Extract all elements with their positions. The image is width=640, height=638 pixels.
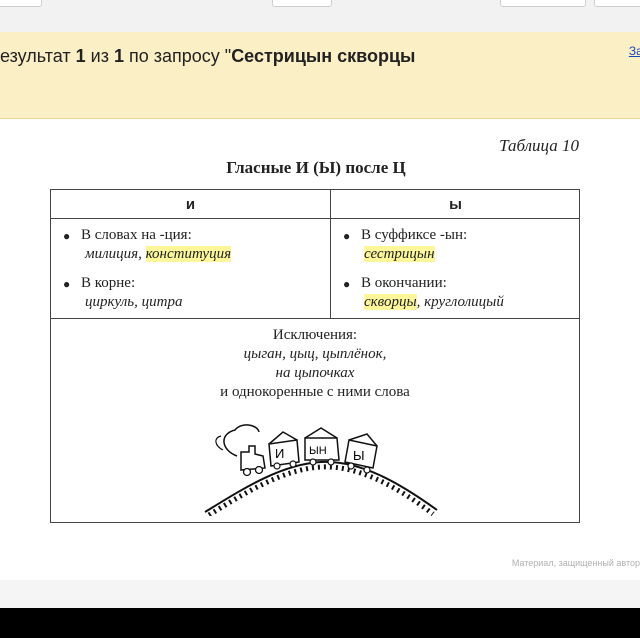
bullet-icon: ● [343, 277, 351, 291]
results-of: из [85, 46, 114, 66]
rule-root: ● В корне: [63, 275, 136, 292]
table-title: Гласные И (Ы) после Ц [226, 158, 406, 177]
exceptions-line-3: и однокоренные с ними слова [220, 384, 410, 400]
train-on-hill-illustration: И ЫН Ы [204, 424, 438, 516]
rule-table: и ы ● В словах на -ция: милиция, конститу… [50, 189, 580, 523]
browser-toolbar [0, 0, 640, 32]
bullet-icon: ● [343, 229, 351, 243]
highlighted-word: скворцы [364, 294, 417, 310]
close-link[interactable]: Зак [629, 44, 640, 58]
example-plain: , круглолицый [416, 294, 504, 310]
page-gap [0, 580, 640, 608]
rule-root-label: В корне: [81, 275, 136, 291]
results-total: 1 [113, 46, 124, 66]
rule-ending-label: В окончании: [361, 275, 447, 291]
search-query: Сестрицын скворцы [231, 46, 416, 66]
bullet-icon: ● [63, 229, 71, 243]
toolbar-tab[interactable] [272, 0, 332, 7]
example-root: циркуль, цитра [85, 294, 183, 310]
rule-ending: ● В окончании: [343, 275, 447, 292]
table-number: Таблица 10 [499, 136, 579, 155]
results-query-lead: по запросу " [124, 46, 232, 66]
copyright-watermark: Материал, защищенный автор [511, 558, 640, 568]
example-plain: милиция, [85, 246, 146, 262]
car-label-3: Ы [353, 448, 365, 463]
exceptions-line-1: цыган, цыц, цыплёнок, [243, 346, 387, 362]
results-prefix: езультат [0, 46, 76, 66]
rule-suffix-label: В суффиксе -ын: [361, 227, 468, 243]
rule-suffix: ● В суффиксе -ын: [343, 227, 468, 244]
car-label-2: ЫН [309, 445, 327, 457]
toolbar-tab[interactable] [594, 0, 640, 7]
car-label-1: И [275, 446, 284, 461]
header-divider [51, 218, 579, 219]
results-current: 1 [75, 46, 86, 66]
rule-cia-label: В словах на -ция: [81, 227, 192, 243]
exceptions-heading: Исключения: [272, 327, 358, 343]
example-suffix: сестрицын [364, 246, 435, 263]
body-divider [51, 318, 579, 319]
example-ending: скворцы, круглолицый [364, 294, 504, 311]
highlighted-word: сестрицын [364, 246, 435, 262]
example-cia: милиция, конституция [85, 246, 232, 263]
search-results-bar: езультат 1 из 1 по запросу "Сестрицын ск… [0, 32, 640, 119]
exceptions-line-2: на цыпочках [275, 365, 355, 381]
search-results-summary: езультат 1 из 1 по запросу "Сестрицын ск… [0, 46, 415, 67]
bullet-icon: ● [63, 277, 71, 291]
rule-cia: ● В словах на -ция: [63, 227, 192, 244]
column-header-y: ы [449, 196, 462, 213]
toolbar-tab[interactable] [0, 0, 42, 7]
highlighted-word: конституция [145, 246, 232, 262]
bottom-bar [0, 608, 640, 638]
toolbar-tab[interactable] [500, 0, 586, 7]
column-header-i: и [185, 196, 196, 213]
